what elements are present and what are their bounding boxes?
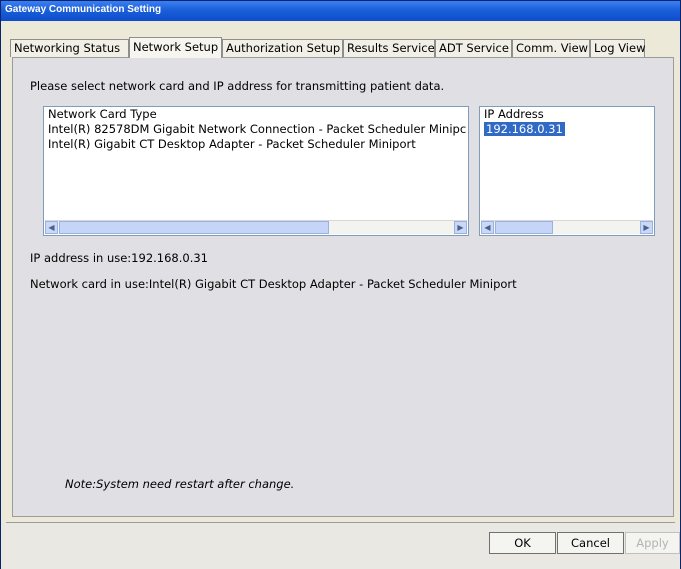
cancel-button[interactable]: Cancel (557, 532, 624, 554)
scroll-left-arrow-icon[interactable]: ◀ (45, 221, 58, 234)
tab-label: Comm. View (516, 41, 589, 55)
network-card-item[interactable]: Intel(R) 82578DM Gigabit Network Connect… (44, 122, 468, 137)
network-card-listbox[interactable]: Network Card Type Intel(R) 82578DM Gigab… (43, 106, 469, 236)
tab-label: Networking Status (14, 41, 121, 55)
scroll-thumb[interactable] (59, 221, 329, 234)
button-bar: OK Cancel Apply (1, 522, 680, 569)
network-card-header: Network Card Type (44, 107, 468, 122)
tab-comm-view[interactable]: Comm. View (512, 39, 590, 57)
tab-label: ADT Service (439, 41, 509, 55)
instruction-text: Please select network card and IP addres… (30, 79, 445, 93)
network-card-scrollbar[interactable]: ◀ ▶ (45, 220, 467, 234)
tab-label: Results Service (347, 41, 435, 55)
ip-address-value: 192.168.0.31 (484, 122, 565, 136)
ip-in-use-text: IP address in use:192.168.0.31 (30, 251, 209, 265)
ip-address-item[interactable]: 192.168.0.31 (480, 122, 654, 137)
scroll-right-arrow-icon[interactable]: ▶ (454, 221, 467, 234)
ip-address-scrollbar[interactable]: ◀ ▶ (481, 220, 653, 234)
tab-networking-status[interactable]: Networking Status (10, 39, 129, 57)
title-bar[interactable]: Gateway Communication Setting (1, 1, 680, 21)
apply-button[interactable]: Apply (625, 532, 680, 554)
scroll-thumb[interactable] (495, 221, 553, 234)
tab-authorization-setup[interactable]: Authorization Setup (222, 39, 343, 57)
network-card-item[interactable]: Intel(R) Gigabit CT Desktop Adapter - Pa… (44, 137, 468, 152)
tab-log-view[interactable]: Log View (590, 39, 646, 57)
dialog-window: Gateway Communication Setting Networking… (0, 0, 681, 569)
ip-address-listbox[interactable]: IP Address 192.168.0.31 ◀ ▶ (479, 106, 655, 236)
network-setup-panel: Please select network card and IP addres… (12, 57, 674, 517)
tab-label: Network Setup (133, 40, 219, 54)
scroll-right-arrow-icon[interactable]: ▶ (640, 221, 653, 234)
tab-network-setup[interactable]: Network Setup (129, 37, 222, 58)
tab-results-service[interactable]: Results Service (343, 39, 435, 57)
tab-adt-service[interactable]: ADT Service (435, 39, 512, 57)
tab-label: Authorization Setup (226, 41, 341, 55)
card-in-use-text: Network card in use:Intel(R) Gigabit CT … (30, 277, 517, 291)
scroll-left-arrow-icon[interactable]: ◀ (481, 221, 494, 234)
window-title: Gateway Communication Setting (5, 4, 162, 15)
restart-note: Note:System need restart after change. (65, 477, 295, 491)
divider (6, 522, 675, 523)
ok-button[interactable]: OK (489, 532, 556, 554)
ip-address-header: IP Address (480, 107, 654, 122)
tab-strip: Networking Status Network Setup Authoriz… (10, 37, 675, 58)
tab-label: Log View (594, 41, 646, 55)
